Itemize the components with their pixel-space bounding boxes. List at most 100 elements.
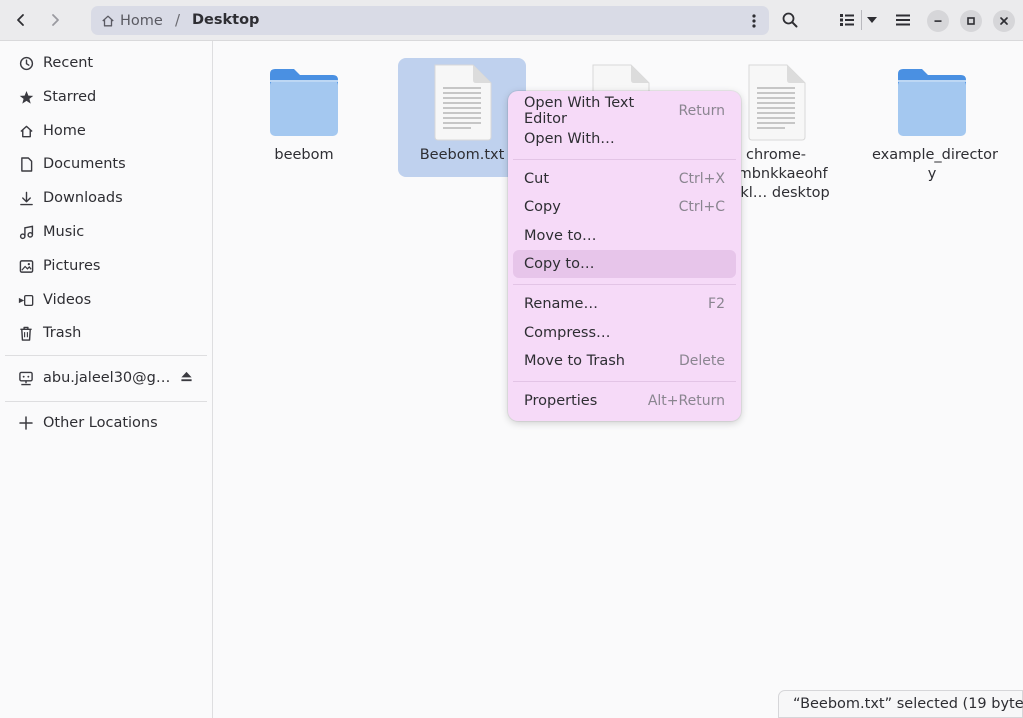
menu-item-accelerator: Return — [678, 103, 725, 119]
menu-item-label: Copy — [524, 199, 561, 215]
hamburger-menu-icon — [896, 14, 910, 26]
menu-separator — [513, 381, 736, 382]
sidebar-item-recent[interactable]: Recent — [5, 46, 207, 80]
path-bar[interactable]: Home / Desktop — [91, 6, 769, 35]
menu-item-accelerator: Ctrl+X — [678, 171, 725, 187]
menu-item-label: Move to… — [524, 228, 597, 244]
menu-item-move-to[interactable]: Move to… — [513, 222, 736, 250]
sidebar-item-other-locations[interactable]: Other Locations — [5, 406, 207, 440]
sidebar-item-downloads[interactable]: Downloads — [5, 181, 207, 215]
minimize-button[interactable] — [927, 10, 949, 32]
menu-separator — [513, 284, 736, 285]
main-menu-button[interactable] — [888, 6, 918, 34]
file-item-folder[interactable]: example_director y — [868, 58, 998, 184]
sidebar-item-pictures[interactable]: Pictures — [5, 249, 207, 283]
file-name-line: y — [927, 166, 937, 182]
sidebar-item-documents[interactable]: Documents — [5, 147, 207, 181]
menu-item-move-to-trash[interactable]: Move to Trash Delete — [513, 347, 736, 375]
menu-item-accelerator: Alt+Return — [647, 393, 725, 409]
forward-button[interactable] — [40, 6, 70, 34]
video-icon — [16, 294, 36, 307]
kebab-menu-icon — [752, 13, 756, 28]
menu-item-accelerator: F2 — [708, 296, 725, 312]
network-drive-icon — [16, 371, 36, 386]
document-icon — [16, 156, 36, 172]
status-bar: “Beebom.txt” selected (19 bytes) — [778, 690, 1023, 718]
minimize-icon — [934, 20, 942, 22]
menu-item-open-with-text-editor[interactable]: Open With Text Editor Return — [513, 95, 736, 127]
sidebar-item-trash[interactable]: Trash — [5, 316, 207, 350]
header-bar: Home / Desktop — [0, 0, 1023, 41]
context-menu: Open With Text Editor Return Open With… … — [508, 91, 741, 421]
file-item-folder[interactable]: beebom — [240, 58, 368, 165]
menu-item-copy[interactable]: Copy Ctrl+C — [513, 193, 736, 221]
home-icon — [16, 124, 36, 139]
sidebar-item-label: Trash — [43, 325, 82, 341]
sidebar-item-label: Videos — [43, 292, 92, 308]
chevron-left-icon — [17, 14, 24, 26]
sidebar-item-label: Pictures — [43, 258, 101, 274]
sidebar-item-starred[interactable]: Starred — [5, 80, 207, 114]
chevron-down-icon — [867, 17, 877, 23]
sidebar-item-label: Documents — [43, 156, 126, 172]
menu-item-label: Rename… — [524, 296, 598, 312]
close-icon — [1000, 17, 1008, 25]
back-button[interactable] — [6, 6, 36, 34]
close-button[interactable] — [993, 10, 1015, 32]
sidebar-item-network-drive[interactable]: abu.jaleel30@g… — [5, 361, 207, 395]
clock-icon — [16, 56, 36, 71]
menu-item-copy-to[interactable]: Copy to… — [513, 250, 736, 278]
sidebar-item-home[interactable]: Home — [5, 114, 207, 148]
menu-item-accelerator: Delete — [679, 353, 725, 369]
download-icon — [16, 191, 36, 206]
folder-icon — [240, 58, 368, 146]
search-icon — [782, 12, 798, 28]
menu-item-cut[interactable]: Cut Ctrl+X — [513, 165, 736, 193]
music-icon — [16, 225, 36, 240]
breadcrumb-separator: / — [175, 11, 181, 29]
sidebar-item-label: abu.jaleel30@g… — [43, 370, 171, 386]
menu-item-label: Open With Text Editor — [524, 95, 635, 127]
maximize-icon — [967, 17, 975, 25]
menu-item-label: Properties — [524, 393, 598, 409]
breadcrumb-home[interactable]: Home — [101, 6, 163, 35]
path-menu-button[interactable] — [745, 10, 763, 31]
view-divider — [861, 10, 862, 30]
plus-icon — [16, 416, 36, 430]
home-icon — [102, 15, 114, 26]
sidebar-item-music[interactable]: Music — [5, 215, 207, 249]
menu-item-label: Copy to… — [524, 256, 595, 272]
file-name: Beebom.txt — [419, 147, 505, 163]
list-view-icon — [840, 14, 854, 26]
sidebar-item-label: Home — [43, 123, 86, 139]
sidebar-separator — [5, 401, 207, 402]
text-file-icon — [398, 58, 526, 146]
picture-icon — [16, 259, 36, 274]
sidebar-item-label: Other Locations — [43, 415, 158, 431]
file-item-text-selected[interactable]: Beebom.txt — [398, 58, 526, 177]
menu-item-label: Compress… — [524, 325, 611, 341]
file-name-line: example_director — [872, 147, 998, 163]
menu-item-label: Move to Trash — [524, 353, 625, 369]
menu-item-accelerator: Ctrl+C — [678, 199, 725, 215]
sidebar-separator — [5, 355, 207, 356]
file-name: beebom — [274, 147, 334, 163]
folder-icon — [868, 58, 996, 146]
maximize-button[interactable] — [960, 10, 982, 32]
eject-icon[interactable] — [180, 370, 193, 387]
view-list-button[interactable] — [832, 6, 862, 34]
menu-item-compress[interactable]: Compress… — [513, 319, 736, 347]
trash-icon — [16, 326, 36, 341]
menu-item-label: Cut — [524, 171, 549, 187]
breadcrumb-current[interactable]: Desktop — [192, 6, 259, 35]
sidebar: Recent Starred Home Documents Downloads … — [0, 41, 213, 718]
chevron-right-icon — [52, 14, 59, 26]
sidebar-item-videos[interactable]: Videos — [5, 283, 207, 317]
view-options-dropdown[interactable] — [863, 6, 881, 34]
search-button[interactable] — [775, 6, 805, 34]
sidebar-item-label: Starred — [43, 89, 97, 105]
menu-item-open-with[interactable]: Open With… — [513, 125, 736, 153]
sidebar-item-label: Recent — [43, 55, 94, 71]
menu-item-rename[interactable]: Rename… F2 — [513, 290, 736, 318]
menu-item-properties[interactable]: Properties Alt+Return — [513, 387, 736, 415]
